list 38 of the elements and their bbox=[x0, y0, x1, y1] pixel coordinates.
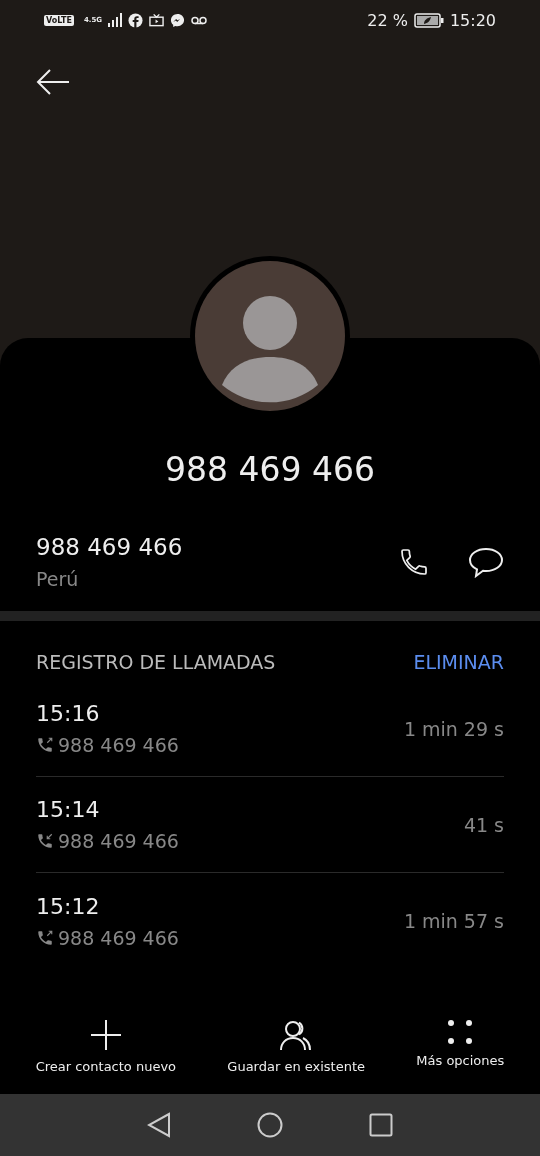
back-nav-button[interactable] bbox=[147, 1112, 171, 1138]
call-number: 988 469 466 bbox=[58, 830, 179, 852]
people-icon bbox=[279, 1019, 314, 1051]
tv-icon bbox=[149, 13, 165, 27]
contact-title: 988 469 466 bbox=[164, 450, 376, 489]
volte-indicator: VoLTE bbox=[44, 14, 74, 26]
signal-icon bbox=[108, 13, 123, 27]
outgoing-call-icon bbox=[36, 736, 54, 754]
incoming-call-icon bbox=[36, 832, 54, 850]
messenger-icon bbox=[170, 12, 186, 28]
call-number: 988 469 466 bbox=[58, 734, 179, 756]
back-button[interactable] bbox=[36, 68, 70, 96]
plus-icon bbox=[89, 1019, 122, 1051]
facebook-icon bbox=[128, 12, 144, 28]
action-button[interactable]: Guardar en existente bbox=[227, 1019, 366, 1074]
home-button[interactable] bbox=[257, 1112, 283, 1138]
call-time: 15:16 bbox=[36, 701, 101, 726]
action-button[interactable]: Más opciones bbox=[416, 1019, 505, 1074]
call-duration: 41 s bbox=[463, 813, 504, 836]
call-time: 15:12 bbox=[36, 893, 101, 919]
voicemail-icon bbox=[191, 15, 208, 25]
call-duration: 1 min 57 s bbox=[403, 910, 504, 932]
dots-icon bbox=[447, 1019, 474, 1045]
call-button[interactable] bbox=[398, 546, 430, 578]
clock: 15:20 bbox=[449, 10, 496, 30]
outgoing-call-icon bbox=[36, 928, 54, 947]
delete-link[interactable]: ELIMINAR bbox=[413, 651, 504, 673]
phone-number: 988 469 466 bbox=[36, 534, 184, 560]
message-button[interactable] bbox=[468, 546, 504, 578]
call-duration: 1 min 29 s bbox=[403, 717, 504, 740]
recents-button[interactable] bbox=[369, 1113, 393, 1137]
call-time: 15:14 bbox=[36, 797, 101, 822]
section-heading: REGISTRO DE LLAMADAS bbox=[36, 651, 276, 673]
action-button[interactable]: Crear contacto nuevo bbox=[35, 1019, 177, 1074]
country: Perú bbox=[36, 568, 80, 590]
battery-percent: 22 % bbox=[367, 10, 408, 30]
battery-icon bbox=[413, 12, 444, 28]
call-number: 988 469 466 bbox=[58, 926, 179, 949]
